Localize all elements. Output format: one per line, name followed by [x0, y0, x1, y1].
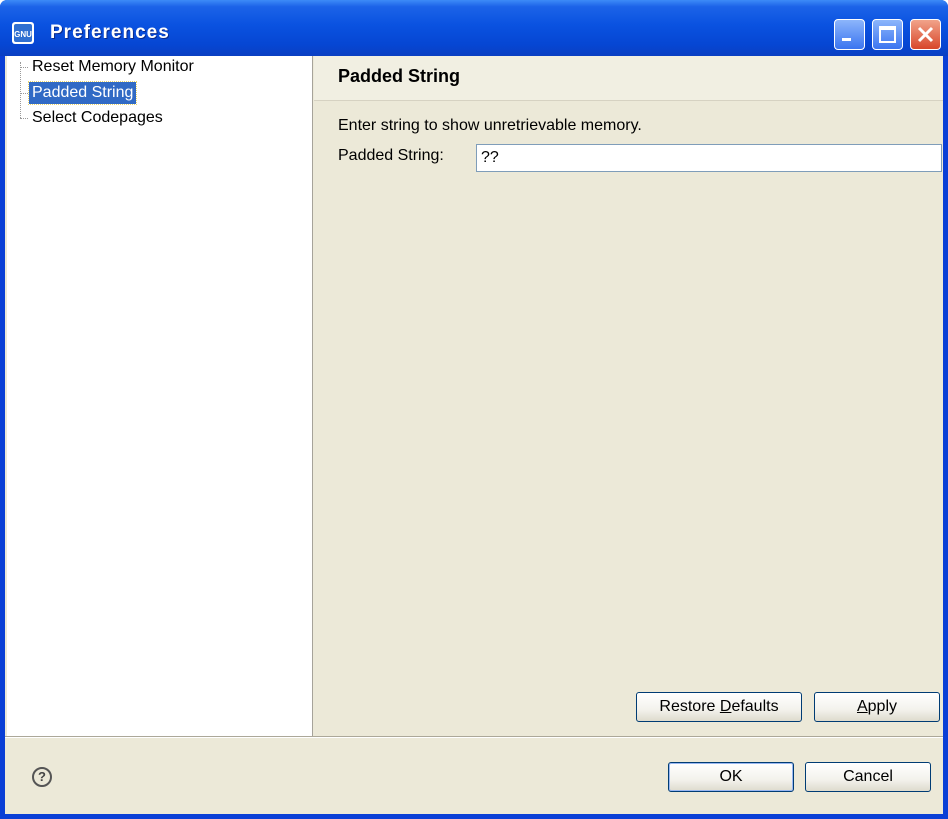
page-header: Padded String: [314, 56, 943, 101]
restore-defaults-label-part: Restore: [659, 698, 720, 715]
tree-item-select-codepages[interactable]: Select Codepages: [29, 107, 166, 129]
page-title: Padded String: [338, 66, 461, 86]
apply-button[interactable]: Apply: [814, 692, 940, 722]
dialog-client-area: Reset Memory Monitor Padded String Selec…: [5, 56, 943, 814]
tree-connector-vertical: [20, 62, 21, 118]
restore-defaults-label-part: efaults: [731, 698, 779, 715]
restore-defaults-button[interactable]: Restore Defaults: [636, 692, 802, 722]
restore-defaults-mnemonic: D: [719, 698, 732, 715]
close-button[interactable]: [910, 19, 941, 50]
cancel-button[interactable]: Cancel: [805, 762, 931, 792]
tree-connector: [20, 67, 28, 68]
preference-page: Padded String Enter string to show unret…: [314, 56, 943, 736]
page-description: Enter string to show unretrievable memor…: [338, 117, 642, 134]
help-icon[interactable]: ?: [32, 767, 52, 787]
ok-button[interactable]: OK: [668, 762, 794, 792]
tree-item-padded-string[interactable]: Padded String: [27, 81, 138, 105]
preferences-window: GNU Preferences Reset Memory Monitor Pad…: [0, 0, 948, 819]
padded-string-input[interactable]: [476, 144, 942, 172]
bottom-separator: [5, 736, 943, 738]
tree-connector: [20, 118, 28, 119]
window-title: Preferences: [50, 22, 170, 43]
apply-mnemonic: A: [856, 698, 868, 715]
padded-string-label: Padded String:: [338, 147, 444, 164]
maximize-button[interactable]: [872, 19, 903, 50]
tree-connector: [20, 93, 28, 94]
svg-text:GNU: GNU: [14, 30, 32, 39]
tree-item-reset-memory-monitor[interactable]: Reset Memory Monitor: [29, 56, 197, 78]
title-bar[interactable]: GNU Preferences: [0, 0, 948, 56]
preference-tree[interactable]: Reset Memory Monitor Padded String Selec…: [7, 56, 313, 736]
maximize-icon: [879, 26, 896, 43]
close-icon: [917, 26, 934, 43]
gnu-app-icon: GNU: [12, 22, 34, 44]
minimize-button[interactable]: [834, 19, 865, 50]
minimize-icon: [842, 38, 851, 41]
apply-label-part: pply: [867, 698, 898, 715]
